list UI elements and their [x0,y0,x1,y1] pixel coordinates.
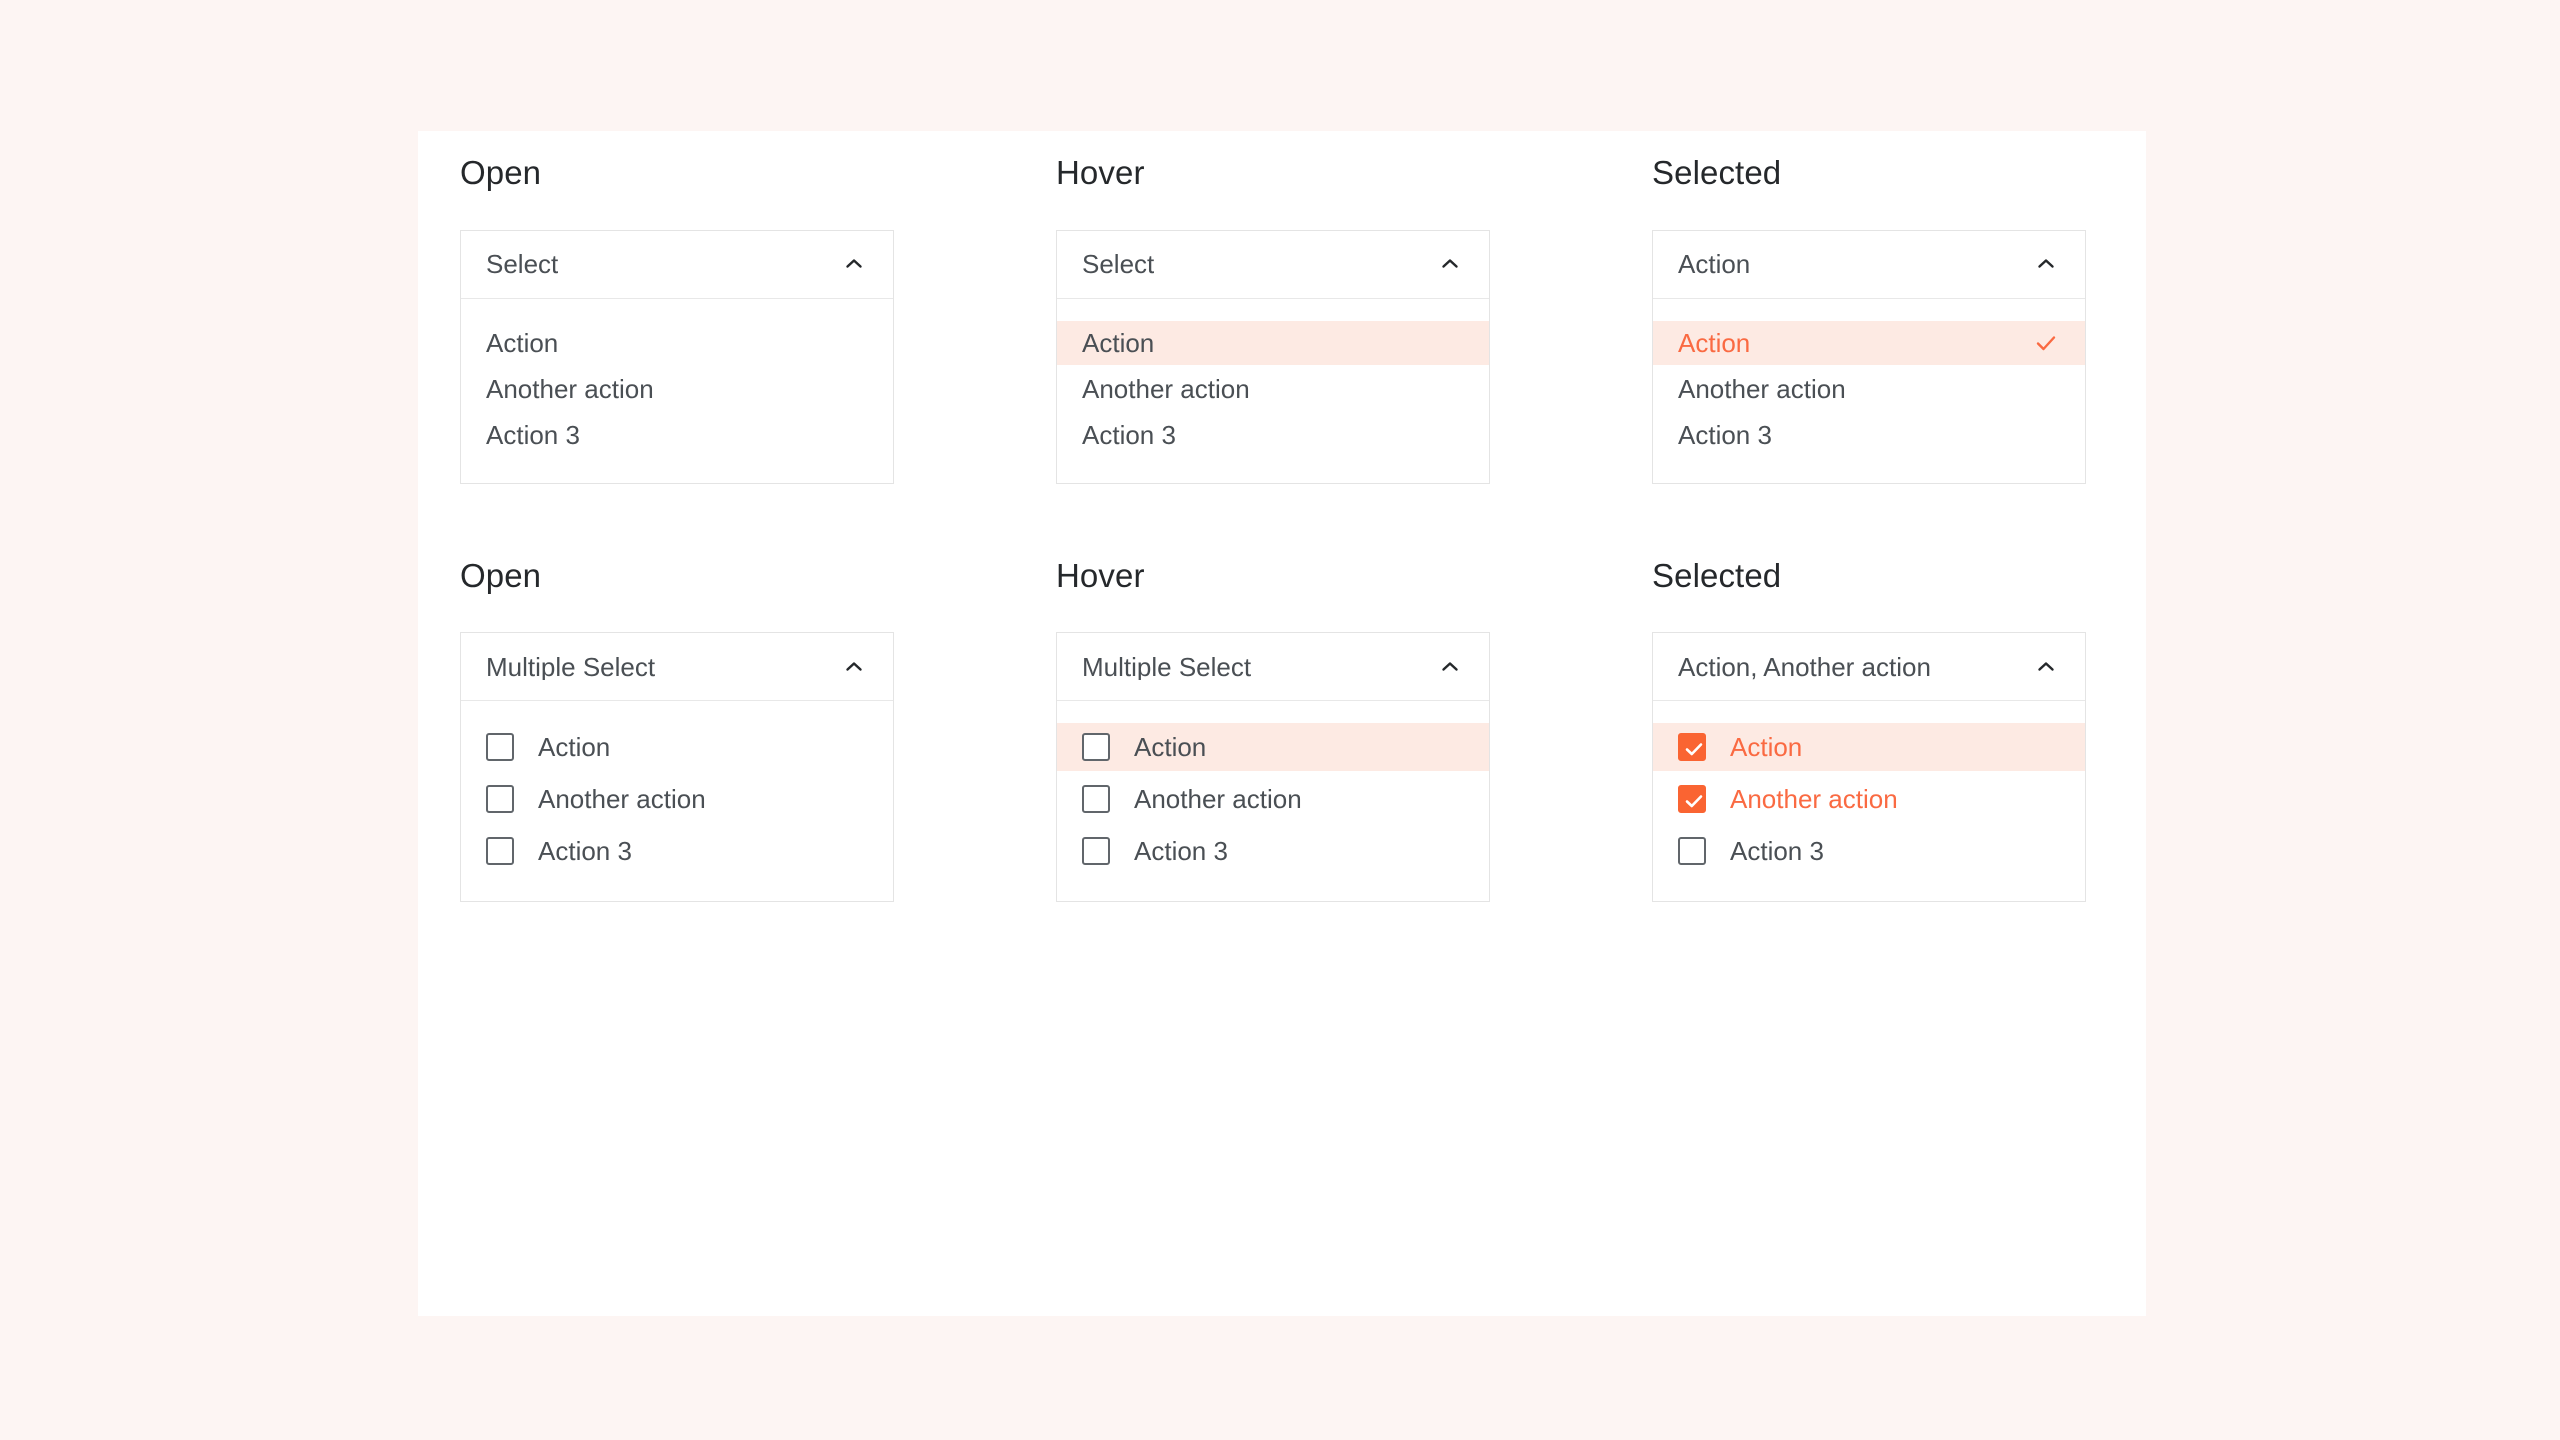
state-heading: Hover [1056,154,1145,191]
checkbox-icon[interactable] [486,837,514,866]
checkbox-icon[interactable] [1678,837,1706,866]
state-heading: Hover [1056,556,1145,594]
state-column-single-selected: Selected Action Action Another action Ac… [1652,153,2248,484]
dropdown-option[interactable]: Action 3 [461,413,893,457]
dropdown-trigger[interactable]: Multiple Select [461,633,893,702]
option-label: Another action [538,784,706,815]
checkbox-icon[interactable] [486,733,514,762]
dropdown-multi-selected[interactable]: Action, Another action Action Another ac… [1652,632,2086,903]
dropdown-option[interactable]: Action [1653,723,2085,772]
dropdown-option[interactable]: Another action [1057,367,1489,411]
chevron-up-icon [841,654,867,680]
dropdown-multi-hover[interactable]: Multiple Select Action Another action Ac… [1056,632,1490,903]
dropdown-option[interactable]: Action 3 [1057,827,1489,875]
dropdown-option[interactable]: Another action [1653,367,2085,411]
state-heading: Selected [1652,154,1782,191]
dropdown-option[interactable]: Action 3 [1057,413,1489,457]
dropdown-trigger[interactable]: Select [461,230,893,299]
dropdown-option[interactable]: Action [461,723,893,771]
checkbox-icon[interactable] [486,785,514,814]
dropdown-trigger-label: Action, Another action [1678,653,1931,680]
dropdown-option-list: Action Another action Action 3 [1057,298,1489,483]
dropdown-option[interactable]: Action [1653,320,2085,365]
dropdown-trigger[interactable]: Multiple Select [1057,633,1489,702]
chevron-up-icon [2033,654,2059,680]
checkbox-icon[interactable] [1678,733,1706,762]
dropdown-multi-open[interactable]: Multiple Select Action Another action Ac… [460,632,894,903]
option-label: Action [1082,327,1155,358]
dropdown-option[interactable]: Another action [461,775,893,823]
dropdown-single-selected[interactable]: Action Action Another action Action 3 [1652,229,2086,484]
dropdown-trigger[interactable]: Action, Another action [1653,633,2085,702]
dropdown-option-list: Action Another action Action 3 [1653,298,2085,483]
chevron-up-icon [841,251,867,277]
dropdown-option[interactable]: Action [1057,723,1489,772]
dropdown-trigger[interactable]: Action [1653,230,2085,299]
dropdown-option-list: Action Another action Action 3 [1057,701,1489,902]
state-column-single-open: Open Select Action Another action Action… [460,153,1056,484]
state-heading: Open [460,556,542,594]
dropdown-states-grid: Open Select Action Another action Action… [460,153,2104,903]
state-heading: Open [460,154,542,191]
chevron-up-icon [2033,251,2059,277]
dropdown-option[interactable]: Action [461,321,893,365]
option-label: Action 3 [1134,836,1228,867]
option-label: Action 3 [1678,419,1772,450]
state-column-multi-selected: Selected Action, Another action Action A… [1652,556,2248,903]
state-column-single-hover: Hover Select Action Another action Actio… [1056,153,1652,484]
option-label: Another action [1730,784,1898,815]
check-icon [2033,330,2059,356]
state-heading: Selected [1652,556,1782,594]
specimen-card: Open Select Action Another action Action… [418,131,2146,1316]
dropdown-single-open[interactable]: Select Action Another action Action 3 [460,229,894,484]
option-label: Action [538,732,611,763]
chevron-up-icon [1437,251,1463,277]
option-label: Action 3 [1730,836,1824,867]
option-label: Action 3 [486,419,580,450]
dropdown-trigger-label: Multiple Select [486,653,656,680]
option-label: Action 3 [1082,419,1176,450]
checkbox-icon[interactable] [1082,785,1110,814]
chevron-up-icon [1437,654,1463,680]
dropdown-trigger-label: Multiple Select [1082,653,1252,680]
dropdown-option[interactable]: Action 3 [1653,827,2085,875]
option-label: Another action [1134,784,1302,815]
option-label: Action [1730,732,1803,763]
dropdown-option[interactable]: Another action [461,367,893,411]
dropdown-option[interactable]: Action 3 [1653,413,2085,457]
dropdown-trigger-label: Select [1082,251,1155,278]
dropdown-option-list: Action Another action Action 3 [461,701,893,902]
option-label: Another action [486,373,654,404]
dropdown-single-hover[interactable]: Select Action Another action Action 3 [1056,229,1490,484]
option-label: Another action [1678,373,1846,404]
dropdown-trigger-label: Select [486,251,559,278]
page-canvas: Open Select Action Another action Action… [0,0,2560,1440]
option-label: Action [1134,732,1207,763]
dropdown-option[interactable]: Another action [1653,775,2085,823]
state-column-multi-open: Open Multiple Select Action Another acti… [460,556,1056,903]
checkbox-icon[interactable] [1678,785,1706,814]
checkbox-icon[interactable] [1082,837,1110,866]
dropdown-trigger[interactable]: Select [1057,230,1489,299]
checkbox-icon[interactable] [1082,733,1110,762]
dropdown-option[interactable]: Action 3 [461,827,893,875]
state-column-multi-hover: Hover Multiple Select Action Another act… [1056,556,1652,903]
dropdown-option[interactable]: Another action [1057,775,1489,823]
option-label: Action 3 [538,836,632,867]
dropdown-option[interactable]: Action [1057,320,1489,365]
option-label: Another action [1082,373,1250,404]
dropdown-option-list: Action Another action Action 3 [1653,701,2085,902]
dropdown-trigger-label: Action [1678,251,1751,278]
dropdown-option-list: Action Another action Action 3 [461,298,893,483]
option-label: Action [486,327,559,358]
option-label: Action [1678,327,1751,358]
